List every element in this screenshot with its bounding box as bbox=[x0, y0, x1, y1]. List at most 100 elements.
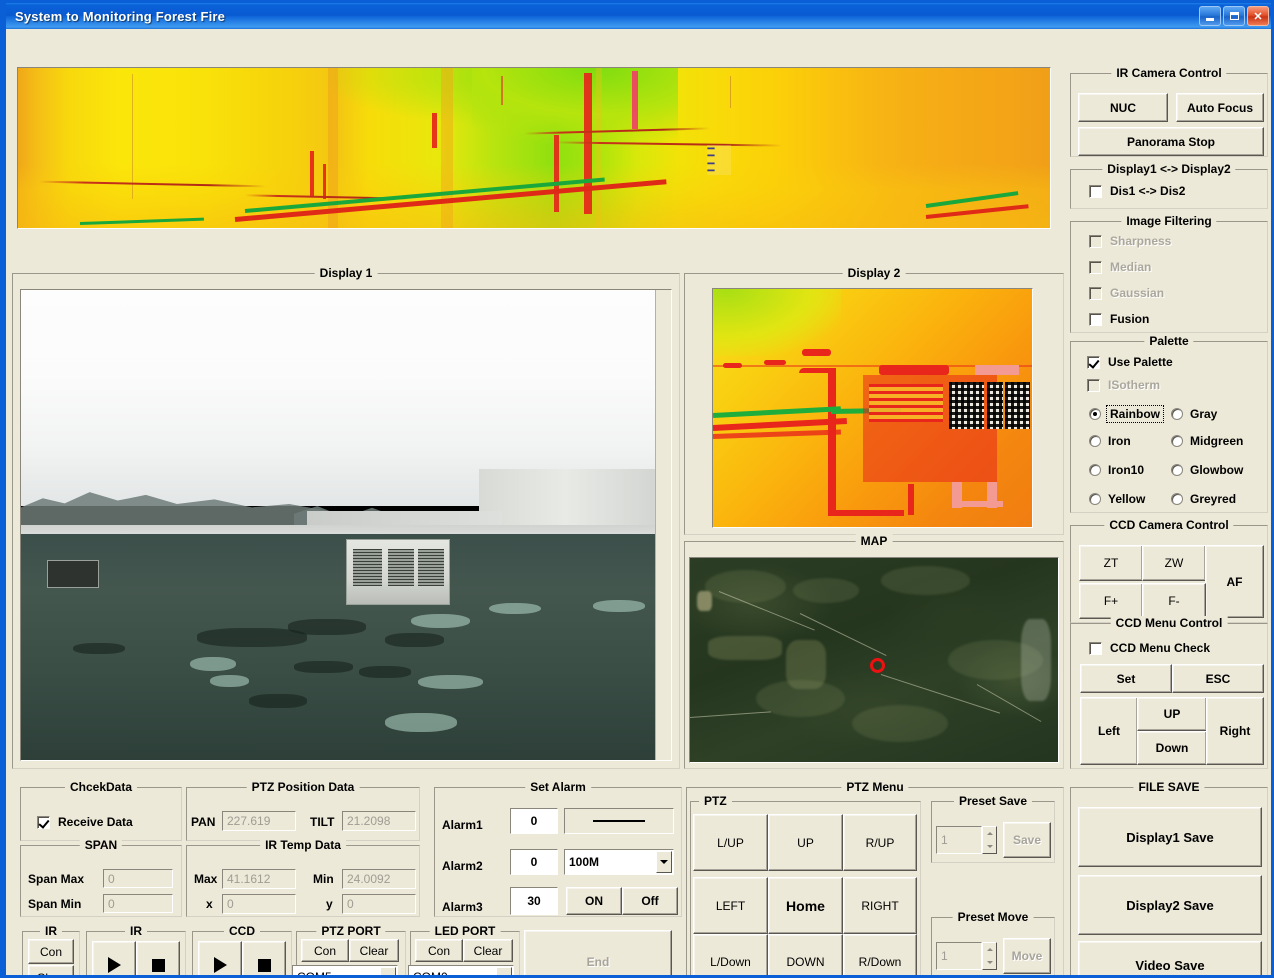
led-port-clear-button[interactable]: Clear bbox=[463, 939, 513, 962]
palette-option-rainbow[interactable]: Rainbow bbox=[1089, 405, 1164, 423]
preset-move-spin-up[interactable] bbox=[983, 943, 996, 956]
ptz-home-button[interactable]: Home bbox=[768, 877, 843, 934]
tilt-field[interactable]: 21.2098 bbox=[342, 811, 416, 831]
preset-save-button[interactable]: Save bbox=[1003, 822, 1051, 858]
map-satellite-image[interactable] bbox=[689, 557, 1059, 763]
use-palette-checkbox[interactable] bbox=[1087, 355, 1100, 369]
video-save-button[interactable]: Video Save bbox=[1078, 941, 1262, 975]
median-checkbox[interactable] bbox=[1089, 260, 1102, 274]
ir-clear-button[interactable]: Clear bbox=[28, 965, 74, 975]
ccd-menu-checkbox[interactable] bbox=[1089, 641, 1102, 655]
alarm2-select[interactable]: 100M bbox=[564, 849, 674, 875]
nuc-button[interactable]: NUC bbox=[1078, 93, 1168, 122]
ptz-port-dropdown-arrow[interactable] bbox=[380, 967, 396, 975]
ccd-menu-check-row[interactable]: CCD Menu Check bbox=[1089, 641, 1210, 655]
end-button[interactable]: End bbox=[524, 930, 672, 975]
ir-y-field[interactable]: 0 bbox=[342, 894, 416, 914]
rainbow-radio[interactable] bbox=[1089, 408, 1101, 420]
palette-option-iron10[interactable]: Iron10 bbox=[1089, 463, 1144, 477]
alarm3-value-field[interactable]: 30 bbox=[510, 887, 558, 915]
preset-move-button[interactable]: Move bbox=[1003, 938, 1051, 974]
greyred-radio[interactable] bbox=[1171, 493, 1183, 505]
ccd-left-button[interactable]: Left bbox=[1080, 697, 1138, 765]
ir-x-field[interactable]: 0 bbox=[222, 894, 296, 914]
midgreen-radio[interactable] bbox=[1171, 435, 1183, 447]
ptz-right-down-button[interactable]: R/Down bbox=[843, 934, 917, 975]
preset-move-spin-down[interactable] bbox=[983, 956, 996, 969]
yellow-radio[interactable] bbox=[1089, 493, 1101, 505]
f-minus-button[interactable]: F- bbox=[1142, 583, 1206, 619]
ptz-up-button[interactable]: UP bbox=[768, 814, 843, 871]
palette-option-yellow[interactable]: Yellow bbox=[1089, 492, 1145, 506]
display1-save-button[interactable]: Display1 Save bbox=[1078, 807, 1262, 867]
close-button[interactable]: ✕ bbox=[1247, 6, 1269, 26]
led-port-con-button[interactable]: Con bbox=[415, 939, 463, 962]
dis1-dis2-checkbox-row[interactable]: Dis1 <-> Dis2 bbox=[1089, 184, 1185, 198]
palette-option-greyred[interactable]: Greyred bbox=[1171, 492, 1236, 506]
panorama-thermal-image[interactable]: ▬▬ ▬▬ ▬▬ ▬▬ bbox=[17, 67, 1051, 229]
ccd-stop-button[interactable] bbox=[242, 941, 286, 975]
ir-stop-button[interactable] bbox=[136, 941, 180, 975]
palette-option-iron[interactable]: Iron bbox=[1089, 434, 1131, 448]
preset-move-value[interactable]: 1 bbox=[936, 942, 982, 970]
ir-con-button[interactable]: Con bbox=[28, 939, 74, 964]
display2-save-button[interactable]: Display2 Save bbox=[1078, 875, 1262, 935]
ir-min-field[interactable]: 24.0092 bbox=[342, 869, 416, 889]
ir-max-field[interactable]: 41.1612 bbox=[222, 869, 296, 889]
alarm1-select[interactable] bbox=[564, 808, 674, 834]
fusion-checkbox-row[interactable]: Fusion bbox=[1089, 312, 1149, 326]
esc-button[interactable]: ESC bbox=[1172, 664, 1264, 693]
minimize-button[interactable] bbox=[1199, 6, 1221, 26]
ptz-right-button[interactable]: RIGHT bbox=[843, 877, 917, 934]
pan-field[interactable]: 227.619 bbox=[222, 811, 296, 831]
preset-save-spin-up[interactable] bbox=[983, 827, 996, 840]
alarm2-dropdown-arrow[interactable] bbox=[656, 851, 672, 873]
preset-save-spinner[interactable]: 1 bbox=[936, 826, 997, 854]
ccd-right-button[interactable]: Right bbox=[1206, 697, 1264, 765]
ccd-down-button[interactable]: Down bbox=[1137, 731, 1207, 765]
use-palette-checkbox-row[interactable]: Use Palette bbox=[1087, 355, 1173, 369]
ptz-left-button[interactable]: LEFT bbox=[693, 877, 768, 934]
sharpness-checkbox[interactable] bbox=[1089, 234, 1102, 248]
ptz-right-up-button[interactable]: R/UP bbox=[843, 814, 917, 871]
palette-option-midgreen[interactable]: Midgreen bbox=[1171, 434, 1243, 448]
preset-move-spinner[interactable]: 1 bbox=[936, 942, 997, 970]
maximize-button[interactable] bbox=[1223, 6, 1245, 26]
auto-focus-button[interactable]: Auto Focus bbox=[1176, 93, 1264, 122]
af-button[interactable]: AF bbox=[1205, 545, 1264, 618]
alarm2-value-field[interactable]: 0 bbox=[510, 849, 558, 875]
iron10-radio[interactable] bbox=[1089, 464, 1101, 476]
ccd-play-button[interactable] bbox=[198, 941, 242, 975]
zw-button[interactable]: ZW bbox=[1142, 545, 1206, 581]
glowbow-radio[interactable] bbox=[1171, 464, 1183, 476]
gaussian-checkbox-row[interactable]: Gaussian bbox=[1089, 286, 1164, 300]
isotherm-checkbox[interactable] bbox=[1087, 378, 1100, 392]
alarm-on-button[interactable]: ON bbox=[566, 887, 622, 915]
ptz-port-con-button[interactable]: Con bbox=[301, 939, 349, 962]
ptz-down-button[interactable]: DOWN bbox=[768, 934, 843, 975]
palette-option-gray[interactable]: Gray bbox=[1171, 407, 1217, 421]
ptz-left-down-button[interactable]: L/Down bbox=[693, 934, 768, 975]
palette-option-glowbow[interactable]: Glowbow bbox=[1171, 463, 1243, 477]
isotherm-checkbox-row[interactable]: ISotherm bbox=[1087, 378, 1160, 392]
gray-radio[interactable] bbox=[1171, 408, 1183, 420]
span-min-field[interactable]: 0 bbox=[103, 894, 173, 913]
display2-thermal-image[interactable] bbox=[712, 288, 1033, 528]
receive-data-row[interactable]: Receive Data bbox=[37, 815, 133, 829]
led-port-select[interactable]: COM0 bbox=[408, 965, 514, 975]
dis1-dis2-checkbox[interactable] bbox=[1089, 184, 1102, 198]
alarm1-value-field[interactable]: 0 bbox=[510, 808, 558, 834]
ptz-left-up-button[interactable]: L/UP bbox=[693, 814, 768, 871]
preset-save-value[interactable]: 1 bbox=[936, 826, 982, 854]
preset-save-spin-buttons[interactable] bbox=[982, 826, 997, 854]
fusion-checkbox[interactable] bbox=[1089, 312, 1102, 326]
preset-save-spin-down[interactable] bbox=[983, 840, 996, 853]
receive-data-checkbox[interactable] bbox=[37, 815, 50, 829]
ptz-port-select[interactable]: COM5 bbox=[292, 965, 398, 975]
panorama-stop-button[interactable]: Panorama Stop bbox=[1078, 127, 1264, 156]
alarm-off-button[interactable]: Off bbox=[622, 887, 678, 915]
ccd-up-button[interactable]: UP bbox=[1137, 697, 1207, 731]
sharpness-checkbox-row[interactable]: Sharpness bbox=[1089, 234, 1171, 248]
led-port-dropdown-arrow[interactable] bbox=[496, 967, 512, 975]
preset-move-spin-buttons[interactable] bbox=[982, 942, 997, 970]
